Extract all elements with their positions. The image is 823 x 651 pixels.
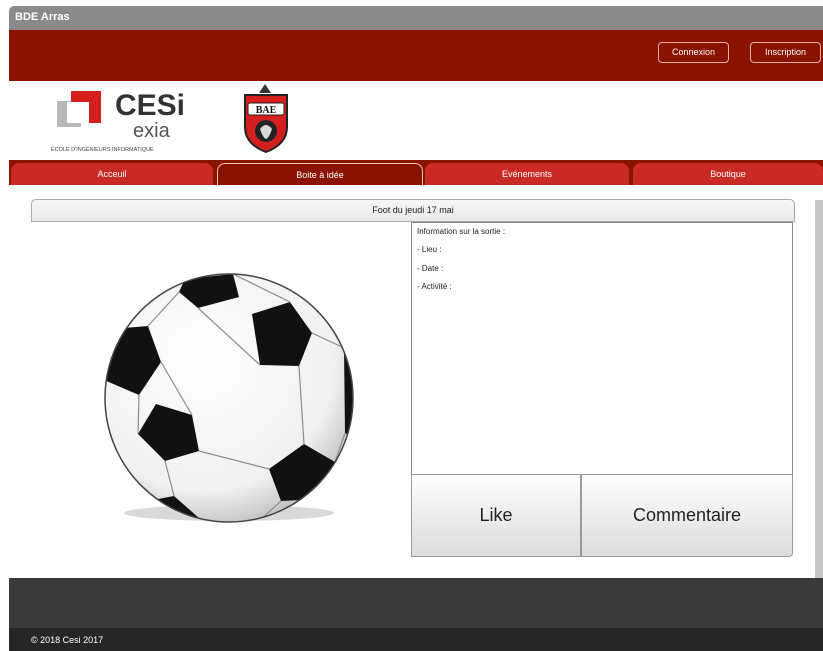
copyright-bar: © 2018 Cesi 2017: [9, 628, 823, 651]
tab-boutique[interactable]: Boutique: [633, 163, 823, 185]
bde-logo-crown: [259, 84, 271, 93]
tab-acceuil[interactable]: Acceuil: [11, 163, 213, 185]
info-activite: - Activité :: [417, 282, 452, 291]
bde-logo-text: BAE: [256, 105, 277, 116]
tab-boite-a-idee[interactable]: Boite à idée: [217, 163, 423, 185]
site-header: Connexion Inscription: [9, 30, 823, 81]
cesi-logo-white-notch: [67, 102, 89, 123]
scrollbar[interactable]: [815, 200, 823, 628]
bde-logo[interactable]: BAE: [244, 84, 288, 154]
comment-button[interactable]: Commentaire: [581, 474, 793, 557]
info-heading: Information sur la sortie :: [417, 227, 506, 236]
window-title-bar: BDE Arras: [9, 6, 823, 30]
info-date: - Date :: [417, 264, 444, 273]
main-nav: Acceuil Boite à idée Evénements Boutique: [9, 160, 823, 185]
cesi-logo-tagline: ÉCOLE D'INGÉNIEURS INFORMATIQUE: [51, 146, 154, 153]
footer-area: [9, 578, 823, 628]
event-card: Foot du jeudi 17 mai Information sur la …: [9, 185, 815, 578]
logo-area: CESi exia ÉCOLE D'INGÉNIEURS INFORMATIQU…: [9, 81, 823, 158]
cesi-logo[interactable]: CESi exia ÉCOLE D'INGÉNIEURS INFORMATIQU…: [51, 89, 185, 153]
login-button[interactable]: Connexion: [658, 42, 729, 63]
cesi-logo-text: CESi: [115, 89, 185, 122]
event-info-box: Information sur la sortie : - Lieu : - D…: [411, 222, 793, 476]
soccer-ball-icon: [104, 273, 354, 523]
like-button[interactable]: Like: [411, 474, 581, 557]
tab-evenements[interactable]: Evénements: [425, 163, 629, 185]
info-lieu: - Lieu :: [417, 245, 442, 254]
window-title: BDE Arras: [15, 11, 70, 23]
cesi-logo-subtext: exia: [133, 120, 171, 142]
event-title: Foot du jeudi 17 mai: [31, 199, 795, 222]
logos-graphic: CESi exia ÉCOLE D'INGÉNIEURS INFORMATIQU…: [51, 84, 288, 154]
signup-button[interactable]: Inscription: [750, 42, 821, 63]
copyright-text: © 2018 Cesi 2017: [31, 635, 104, 645]
